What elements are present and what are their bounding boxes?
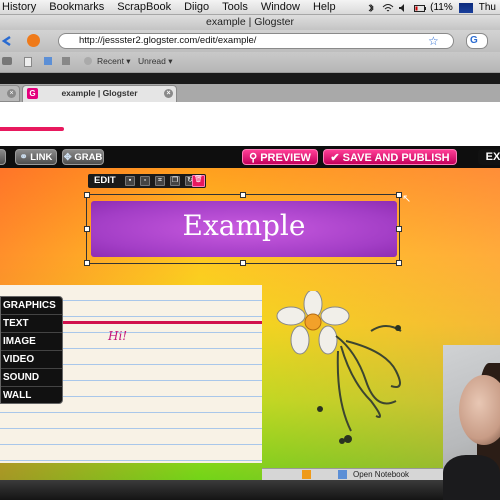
clock[interactable]: Thu bbox=[479, 2, 496, 13]
link-icon: ⚭ bbox=[19, 152, 28, 163]
category-menu: GRAPHICS TEXT IMAGE VIDEO SOUND WALL bbox=[0, 296, 63, 404]
close-tab-icon[interactable]: × bbox=[7, 89, 16, 98]
resize-handle[interactable] bbox=[84, 226, 90, 232]
edit-button[interactable]: EDIT bbox=[94, 174, 116, 188]
grab-icon: ✥ bbox=[63, 152, 72, 163]
menu-help[interactable]: Help bbox=[307, 1, 343, 13]
star-icon[interactable]: ☆ bbox=[428, 34, 439, 48]
open-notebook-link[interactable]: Open Notebook bbox=[353, 469, 409, 480]
bookmark-unread[interactable]: Unread ▾ bbox=[138, 56, 173, 67]
battery-icon[interactable] bbox=[414, 3, 427, 13]
bluetooth-icon[interactable] bbox=[366, 3, 376, 13]
pink-swoosh bbox=[0, 127, 64, 131]
menu-window[interactable]: Window bbox=[255, 1, 307, 13]
tab-bar: × G example | Glogster × bbox=[0, 84, 500, 102]
menu-scrapbook[interactable]: ScrapBook bbox=[111, 1, 178, 13]
webcam-shoulder bbox=[443, 455, 500, 500]
page-header-area bbox=[0, 102, 500, 146]
category-text[interactable]: TEXT bbox=[1, 315, 62, 333]
menu-history[interactable]: History bbox=[0, 1, 43, 13]
category-image[interactable]: IMAGE bbox=[1, 333, 62, 351]
category-video[interactable]: VIDEO bbox=[1, 351, 62, 369]
delete-icon[interactable]: 🗑 bbox=[192, 175, 205, 187]
resize-handle[interactable] bbox=[84, 260, 90, 266]
resize-handle[interactable] bbox=[396, 226, 402, 232]
save-publish-button[interactable]: ✔ SAVE AND PUBLISH bbox=[323, 149, 457, 165]
note-text[interactable]: Hi! bbox=[108, 329, 127, 343]
tab-active[interactable]: G example | Glogster × bbox=[22, 85, 177, 102]
resize-handle[interactable] bbox=[84, 192, 90, 198]
window-title: example | Glogster bbox=[0, 15, 500, 30]
close-tab-icon[interactable]: × bbox=[164, 89, 173, 98]
preview-button[interactable]: ⚲ PREVIEW bbox=[242, 149, 318, 165]
title-text[interactable]: Example bbox=[87, 209, 401, 242]
bookmark-recent[interactable]: Recent ▾ bbox=[97, 56, 131, 67]
battery-percent: (11% bbox=[430, 2, 453, 13]
flower-graphic[interactable] bbox=[276, 291, 426, 451]
status-area: (11% Thu bbox=[366, 0, 500, 15]
resize-handle[interactable] bbox=[240, 260, 246, 266]
filter-icon[interactable] bbox=[62, 57, 70, 65]
edit-icon[interactable] bbox=[44, 57, 52, 65]
toolbar-left-button[interactable] bbox=[0, 149, 6, 165]
edit-toolbar: EDIT ▪ ▫ ⌗ ❐ ↻ 🗑 bbox=[88, 174, 206, 188]
crop-icon[interactable]: ⌗ bbox=[155, 176, 165, 186]
webcam-overlay bbox=[443, 345, 500, 500]
send-back-icon[interactable]: ▫ bbox=[140, 176, 150, 186]
flag-icon[interactable] bbox=[458, 2, 473, 13]
browser-status-bar: Open Notebook bbox=[262, 468, 444, 480]
title-text-box[interactable]: Example bbox=[84, 192, 402, 266]
notebook-icon[interactable] bbox=[302, 470, 311, 479]
url-input[interactable]: http://jessster2.glogster.com/edit/examp… bbox=[58, 33, 454, 49]
grab-button[interactable]: ✥ GRAB bbox=[62, 149, 104, 165]
category-wall[interactable]: WALL bbox=[1, 387, 62, 405]
checkmark-icon: ✔ bbox=[330, 152, 340, 164]
rss-icon[interactable] bbox=[84, 57, 92, 65]
resize-handle[interactable] bbox=[240, 192, 246, 198]
wifi-icon[interactable] bbox=[382, 3, 394, 13]
link-button[interactable]: ⚭ LINK bbox=[15, 149, 57, 165]
webcam-face bbox=[459, 375, 500, 445]
menu-bar: History Bookmarks ScrapBook Diigo Tools … bbox=[0, 0, 500, 15]
addon-icon[interactable] bbox=[338, 470, 347, 479]
menu-tools[interactable]: Tools bbox=[216, 1, 255, 13]
bookmarks-bar: Recent ▾ Unread ▾ bbox=[0, 52, 500, 73]
magnifier-icon: ⚲ bbox=[249, 152, 258, 164]
category-graphics[interactable]: GRAPHICS bbox=[1, 297, 62, 315]
exit-button[interactable]: EX bbox=[478, 149, 500, 165]
page-icon[interactable] bbox=[24, 57, 32, 67]
menu-bookmarks[interactable]: Bookmarks bbox=[43, 1, 111, 13]
volume-icon[interactable] bbox=[398, 3, 408, 13]
tab-favicon: G bbox=[27, 88, 38, 99]
resize-handle[interactable] bbox=[396, 260, 402, 266]
os-dock-strip bbox=[0, 480, 500, 500]
glogster-toolbar: ⚭ LINK ✥ GRAB ⚲ PREVIEW ✔ SAVE AND PUBLI… bbox=[0, 146, 500, 168]
bring-front-icon[interactable]: ▪ bbox=[125, 176, 135, 186]
category-sound[interactable]: SOUND bbox=[1, 369, 62, 387]
menu-diigo[interactable]: Diigo bbox=[178, 1, 216, 13]
back-arrow-icon[interactable] bbox=[0, 34, 14, 51]
tab-label: example | Glogster bbox=[61, 88, 138, 98]
search-engine-icon[interactable]: G bbox=[466, 33, 488, 49]
duplicate-icon[interactable]: ❐ bbox=[170, 176, 180, 186]
bookmark-icon[interactable] bbox=[2, 57, 12, 65]
mouse-cursor-icon: ↖ bbox=[402, 193, 412, 205]
tab-other[interactable]: × bbox=[0, 85, 20, 102]
home-button[interactable] bbox=[27, 34, 40, 47]
